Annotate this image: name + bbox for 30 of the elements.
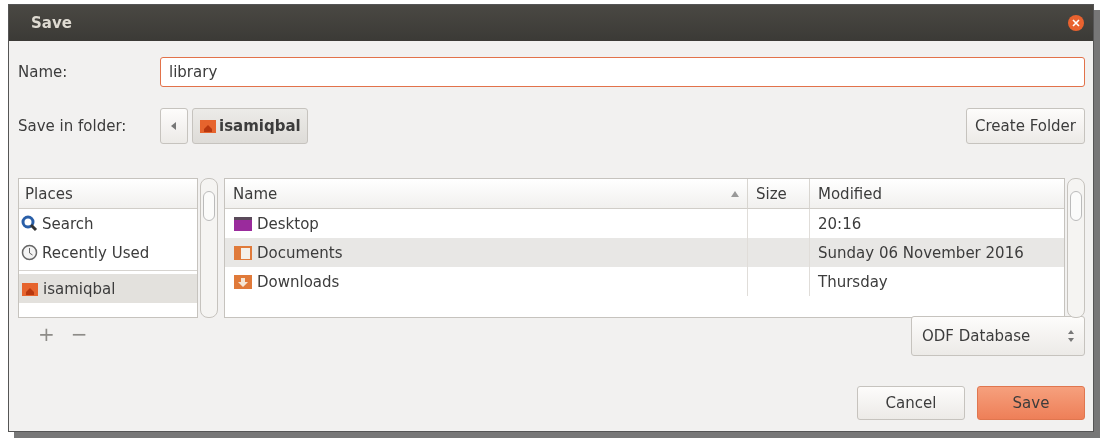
documents-folder-icon [233,244,253,261]
home-folder-icon [199,118,217,134]
sort-arrow-icon [731,190,739,197]
places-heading: Places [25,184,73,203]
window-title: Save [31,14,72,32]
home-folder-icon [21,280,39,297]
file-type-dropdown[interactable]: ODF Database [911,316,1085,356]
column-header[interactable]: Name [225,179,748,209]
search-icon [21,215,38,232]
close-icon[interactable] [1067,14,1085,32]
downloads-folder-icon [233,273,253,290]
cancel-button[interactable]: Cancel [857,386,965,420]
file-name-cell[interactable]: Documents [225,238,748,267]
save-button[interactable]: Save [977,386,1085,420]
folder-crumb[interactable]: isamiqbal [192,108,308,144]
up-down-icon [1068,330,1074,342]
left-arrow-icon [171,122,177,130]
clock-icon [21,244,38,261]
back-button[interactable] [160,108,188,144]
column-header[interactable]: Size [748,179,810,209]
modified-cell: Sunday 06 November 2016 [810,238,1064,267]
scrollbar[interactable] [200,178,218,318]
size-cell [748,238,810,267]
desktop-folder-icon [233,215,253,232]
scrollbar[interactable] [1067,178,1085,318]
folder-label: Save in folder: [18,117,128,135]
name-field[interactable]: library [160,57,1085,87]
create-folder-button[interactable]: Create Folder [966,108,1085,144]
place-item[interactable]: isamiqbal [19,274,197,303]
name-label: Name: [18,63,69,81]
